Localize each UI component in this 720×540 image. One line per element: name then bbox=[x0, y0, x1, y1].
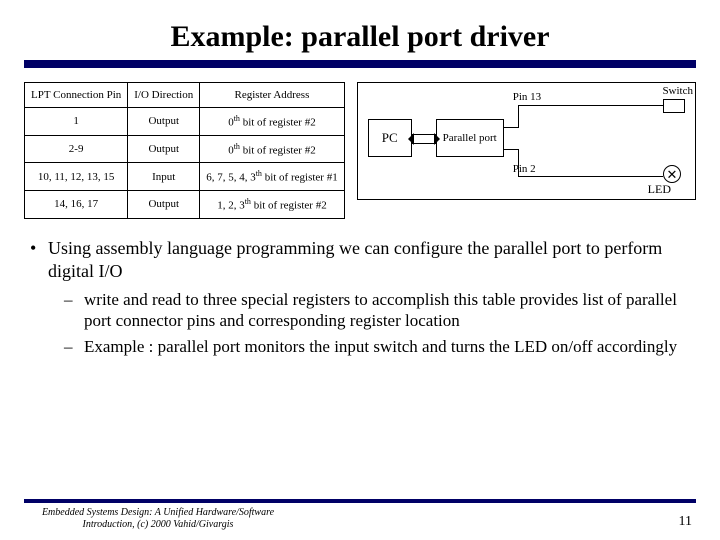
upper-row: LPT Connection Pin I/O Direction Registe… bbox=[24, 82, 696, 219]
cell-dir: Input bbox=[128, 163, 200, 191]
col-dir: I/O Direction bbox=[128, 83, 200, 108]
wire-icon bbox=[518, 149, 519, 176]
page-title: Example: parallel port driver bbox=[24, 20, 696, 54]
pin13-label: Pin 13 bbox=[513, 91, 541, 103]
parallel-port-diagram: PC Parallel port Pin 13 Pin 2 Switch LED… bbox=[357, 82, 696, 200]
body-text: Using assembly language programming we c… bbox=[24, 237, 696, 358]
cell-reg: 0th bit of register #2 bbox=[200, 108, 345, 136]
parallel-port-box: Parallel port bbox=[436, 119, 504, 157]
footer-rule bbox=[24, 499, 696, 503]
cell-reg: 1, 2, 3th bit of register #2 bbox=[200, 190, 345, 218]
led-label: LED bbox=[648, 182, 671, 197]
bullet-level2: write and read to three special register… bbox=[48, 289, 696, 333]
title-rule bbox=[24, 60, 696, 68]
slide: Example: parallel port driver LPT Connec… bbox=[0, 0, 720, 540]
col-reg: Register Address bbox=[200, 83, 345, 108]
pin-table: LPT Connection Pin I/O Direction Registe… bbox=[24, 82, 345, 219]
led-icon: ✕ bbox=[663, 165, 681, 183]
wire-icon bbox=[518, 176, 663, 177]
cell-pin: 2-9 bbox=[25, 135, 128, 163]
table-row: 14, 16, 17 Output 1, 2, 3th bit of regis… bbox=[25, 190, 345, 218]
cell-pin: 10, 11, 12, 13, 15 bbox=[25, 163, 128, 191]
cell-reg: 6, 7, 5, 4, 3th bit of register #1 bbox=[200, 163, 345, 191]
table: LPT Connection Pin I/O Direction Registe… bbox=[24, 82, 345, 219]
cell-pin: 1 bbox=[25, 108, 128, 136]
pc-box: PC bbox=[368, 119, 412, 157]
table-row: 2-9 Output 0th bit of register #2 bbox=[25, 135, 345, 163]
wire-icon bbox=[504, 149, 518, 150]
footer-credit: Embedded Systems Design: A Unified Hardw… bbox=[28, 507, 288, 530]
table-row: 10, 11, 12, 13, 15 Input 6, 7, 5, 4, 3th… bbox=[25, 163, 345, 191]
wire-icon bbox=[504, 127, 518, 128]
cell-reg: 0th bit of register #2 bbox=[200, 135, 345, 163]
switch-label: Switch bbox=[662, 85, 693, 97]
bus-arrow-left-icon bbox=[408, 133, 414, 145]
bullet-level1: Using assembly language programming we c… bbox=[48, 237, 696, 283]
cell-dir: Output bbox=[128, 135, 200, 163]
footer: Embedded Systems Design: A Unified Hardw… bbox=[0, 499, 720, 530]
pin2-label: Pin 2 bbox=[513, 163, 536, 175]
wire-icon bbox=[518, 105, 519, 128]
cell-dir: Output bbox=[128, 190, 200, 218]
col-pin: LPT Connection Pin bbox=[25, 83, 128, 108]
table-row: 1 Output 0th bit of register #2 bbox=[25, 108, 345, 136]
table-header-row: LPT Connection Pin I/O Direction Registe… bbox=[25, 83, 345, 108]
cell-dir: Output bbox=[128, 108, 200, 136]
cell-pin: 14, 16, 17 bbox=[25, 190, 128, 218]
bus-icon bbox=[412, 134, 436, 144]
bullet-level2: Example : parallel port monitors the inp… bbox=[48, 336, 696, 358]
switch-icon bbox=[663, 99, 685, 113]
wire-icon bbox=[518, 105, 663, 106]
page-number: 11 bbox=[679, 514, 692, 530]
